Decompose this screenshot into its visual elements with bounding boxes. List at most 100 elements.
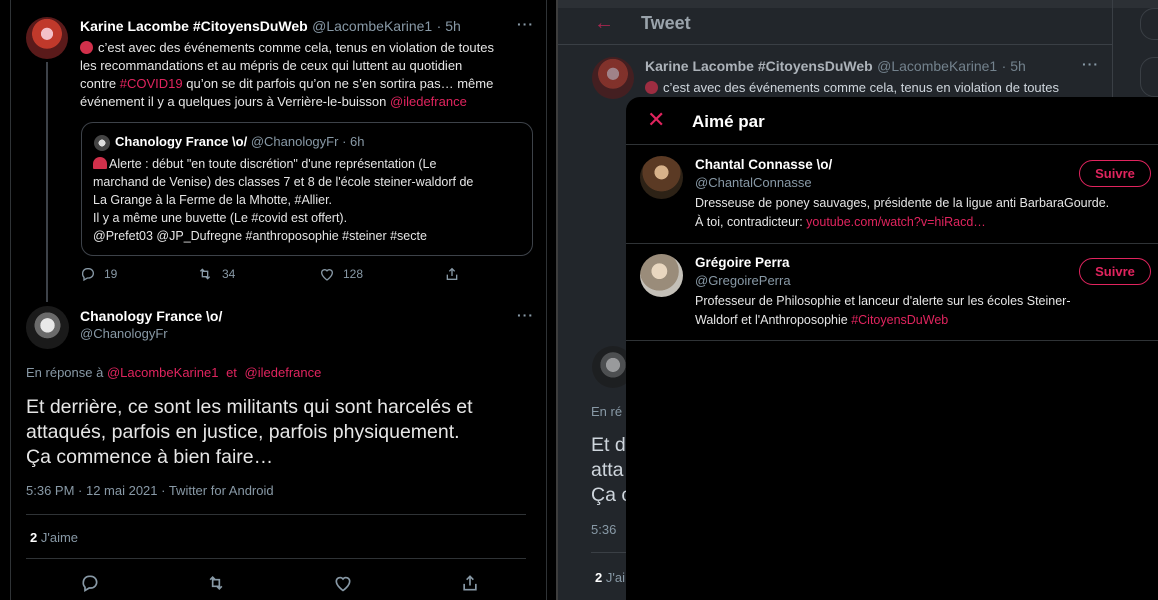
more-icon[interactable]: ··· xyxy=(517,307,534,323)
retweet-icon xyxy=(209,575,223,591)
avatar-gregoire[interactable] xyxy=(640,254,683,297)
tweet2-author-handle[interactable]: @ChanologyFr xyxy=(80,326,222,341)
right-tweet2-meta: 5:36 xyxy=(591,522,617,537)
tweet1-line1: c’est avec des événements comme cela, te… xyxy=(98,40,494,55)
tweet2-line3: Ça commence à bien faire… xyxy=(26,446,274,468)
reply-icon xyxy=(82,575,98,592)
right-tweet-handle[interactable]: @LacombeKarine1 xyxy=(877,58,997,74)
avatar-karine-dim[interactable] xyxy=(592,57,634,99)
divider xyxy=(626,243,1158,244)
tweet1-author-name[interactable]: Karine Lacombe #CitoyensDuWeb xyxy=(80,18,308,34)
tweet1-actions: 19 34 128 xyxy=(80,266,540,286)
reply-button[interactable]: 19 xyxy=(80,266,117,282)
reply-icon xyxy=(81,268,94,282)
retweet-icon xyxy=(199,268,211,280)
close-icon[interactable]: ✕ xyxy=(647,109,665,131)
user2-name[interactable]: Grégoire Perra xyxy=(695,255,791,270)
divider xyxy=(26,558,526,559)
tweet2-body: Et derrière, ce sont les militants qui s… xyxy=(26,395,526,470)
retweet-button[interactable]: 34 xyxy=(196,266,235,282)
more-icon[interactable]: ··· xyxy=(517,16,534,32)
user1-bio-line1: Dresseuse de poney sauvages, présidente … xyxy=(695,196,1110,210)
mention-iledefrance-link[interactable]: @iledefrance xyxy=(390,94,467,109)
quote-time: · 6h xyxy=(342,134,365,149)
avatar-chanology[interactable] xyxy=(26,306,69,349)
user2-bio-link[interactable]: #CitoyensDuWeb xyxy=(851,313,948,327)
modal-header-divider xyxy=(626,144,1158,145)
header-divider xyxy=(558,44,1113,45)
side-panel xyxy=(1140,57,1158,97)
user1-bio: Dresseuse de poney sauvages, présidente … xyxy=(695,194,1155,232)
tweet2-header: Chanology France \o/ @ChanologyFr xyxy=(80,308,222,341)
tweet1-line3b: qu’on se dit parfois qu’on ne s’en sorti… xyxy=(182,76,494,91)
reply-context: En réponse à @LacombeKarine1 et @iledefr… xyxy=(26,365,321,380)
user1-name[interactable]: Chantal Connasse \o/ xyxy=(695,157,832,172)
stop-emoji-icon xyxy=(645,81,658,94)
like-button[interactable]: 128 xyxy=(319,266,363,282)
follow-button-user1[interactable]: Suivre xyxy=(1079,160,1151,187)
reply-to-lacombe-link[interactable]: @LacombeKarine1 xyxy=(107,365,218,380)
quote-line5: @Prefet03 @JP_Dufregne #anthroposophie #… xyxy=(93,229,427,243)
tweet1-line3a: contre xyxy=(80,76,120,91)
back-arrow-icon[interactable]: ← xyxy=(594,12,614,35)
like-count: 128 xyxy=(343,267,364,281)
quote-body: Alerte : début "en toute discrétion" d'u… xyxy=(93,155,528,245)
user1-handle[interactable]: @ChantalConnasse xyxy=(695,175,832,190)
quote-avatar xyxy=(94,135,110,151)
tweet2-author-name[interactable]: Chanology France \o/ xyxy=(80,308,222,324)
reply-count: 19 xyxy=(104,267,118,281)
modal-title: Aimé par xyxy=(692,112,765,131)
reply-and: et xyxy=(226,365,237,380)
quoted-tweet[interactable]: Chanology France \o/ @ChanologyFr · 6h A… xyxy=(81,122,533,256)
avatar-karine[interactable] xyxy=(26,17,68,59)
user1-bio-line2: À toi, contradicteur: xyxy=(695,215,807,229)
share-icon xyxy=(446,267,458,280)
search-box[interactable] xyxy=(1140,8,1158,40)
avatar-chantal[interactable] xyxy=(640,156,683,199)
user1-names: Chantal Connasse \o/ @ChantalConnasse xyxy=(695,157,832,190)
tweet2-share-button[interactable] xyxy=(460,573,480,598)
right-tweet-author-name[interactable]: Karine Lacombe #CitoyensDuWeb xyxy=(645,58,873,74)
reply-to-iledefrance-link[interactable]: @iledefrance xyxy=(245,365,322,380)
right-reply-context: En ré xyxy=(591,404,623,419)
share-button[interactable] xyxy=(444,266,460,282)
follow-button-user2[interactable]: Suivre xyxy=(1079,258,1151,285)
like-icon xyxy=(335,576,351,592)
user1-bio-link[interactable]: youtube.com/watch?v=hiRacd… xyxy=(806,215,986,229)
tweet1-author-handle[interactable]: @LacombeKarine1 xyxy=(312,18,432,34)
quote-line4: Il y a même une buvette (Le #covid est o… xyxy=(93,211,348,225)
tweet2-line2: attaqués, parfois en justice, parfois ph… xyxy=(26,421,460,443)
user2-handle[interactable]: @GregoirePerra xyxy=(695,273,791,288)
tweet1-body: c’est avec des événements comme cela, te… xyxy=(80,39,535,111)
tweet2-like-count: 2 xyxy=(30,530,38,545)
right-tweet2-likes[interactable]: 2 J'ai xyxy=(595,570,625,585)
tweet2-like-label: J'aime xyxy=(40,530,79,545)
right-tweet-header: Karine Lacombe #CitoyensDuWeb @LacombeKa… xyxy=(645,58,1026,76)
tweet2-likes[interactable]: 2 J'aime xyxy=(30,530,78,545)
right-tweet-time[interactable]: · 5h xyxy=(1002,58,1026,74)
tweet2-line1: Et derrière, ce sont les militants qui s… xyxy=(26,396,473,418)
more-icon[interactable]: ··· xyxy=(1082,56,1099,72)
tweet2-meta[interactable]: 5:36 PM · 12 mai 2021 · Twitter for Andr… xyxy=(26,483,274,498)
quote-line3: La Grange à la Ferme de la Mhotte, #Alli… xyxy=(93,193,333,207)
left-pane: Karine Lacombe #CitoyensDuWeb @LacombeKa… xyxy=(0,0,556,600)
like-icon xyxy=(320,269,334,281)
divider xyxy=(26,514,526,515)
user2-bio-line2: Waldorf et l'Anthroposophie xyxy=(695,313,852,327)
retweet-count: 34 xyxy=(222,267,236,281)
divider xyxy=(626,340,1158,341)
right-like-count: 2 xyxy=(595,570,603,585)
user2-bio-line1: Professeur de Philosophie et lanceur d'a… xyxy=(695,294,1071,308)
right-like-label: J'ai xyxy=(605,570,625,585)
user2-bio: Professeur de Philosophie et lanceur d'a… xyxy=(695,292,1155,330)
quote-author-handle: @ChanologyFr xyxy=(250,134,339,149)
header-title: Tweet xyxy=(641,13,691,33)
hashtag-covid19-link[interactable]: #COVID19 xyxy=(120,76,183,91)
tweet1-line4a: événement il y a quelques jours à Verriè… xyxy=(80,94,391,109)
right-tweet-line1-wrap: c’est avec des événements comme cela, te… xyxy=(645,79,1059,97)
tweet1-line2: les recommandations et au mépris de ceux… xyxy=(80,58,463,73)
tweet2-like-button[interactable] xyxy=(333,573,353,598)
tweet1-time[interactable]: · 5h xyxy=(437,18,461,34)
tweet2-retweet-button[interactable] xyxy=(205,573,227,598)
tweet2-reply-button[interactable] xyxy=(80,573,100,598)
